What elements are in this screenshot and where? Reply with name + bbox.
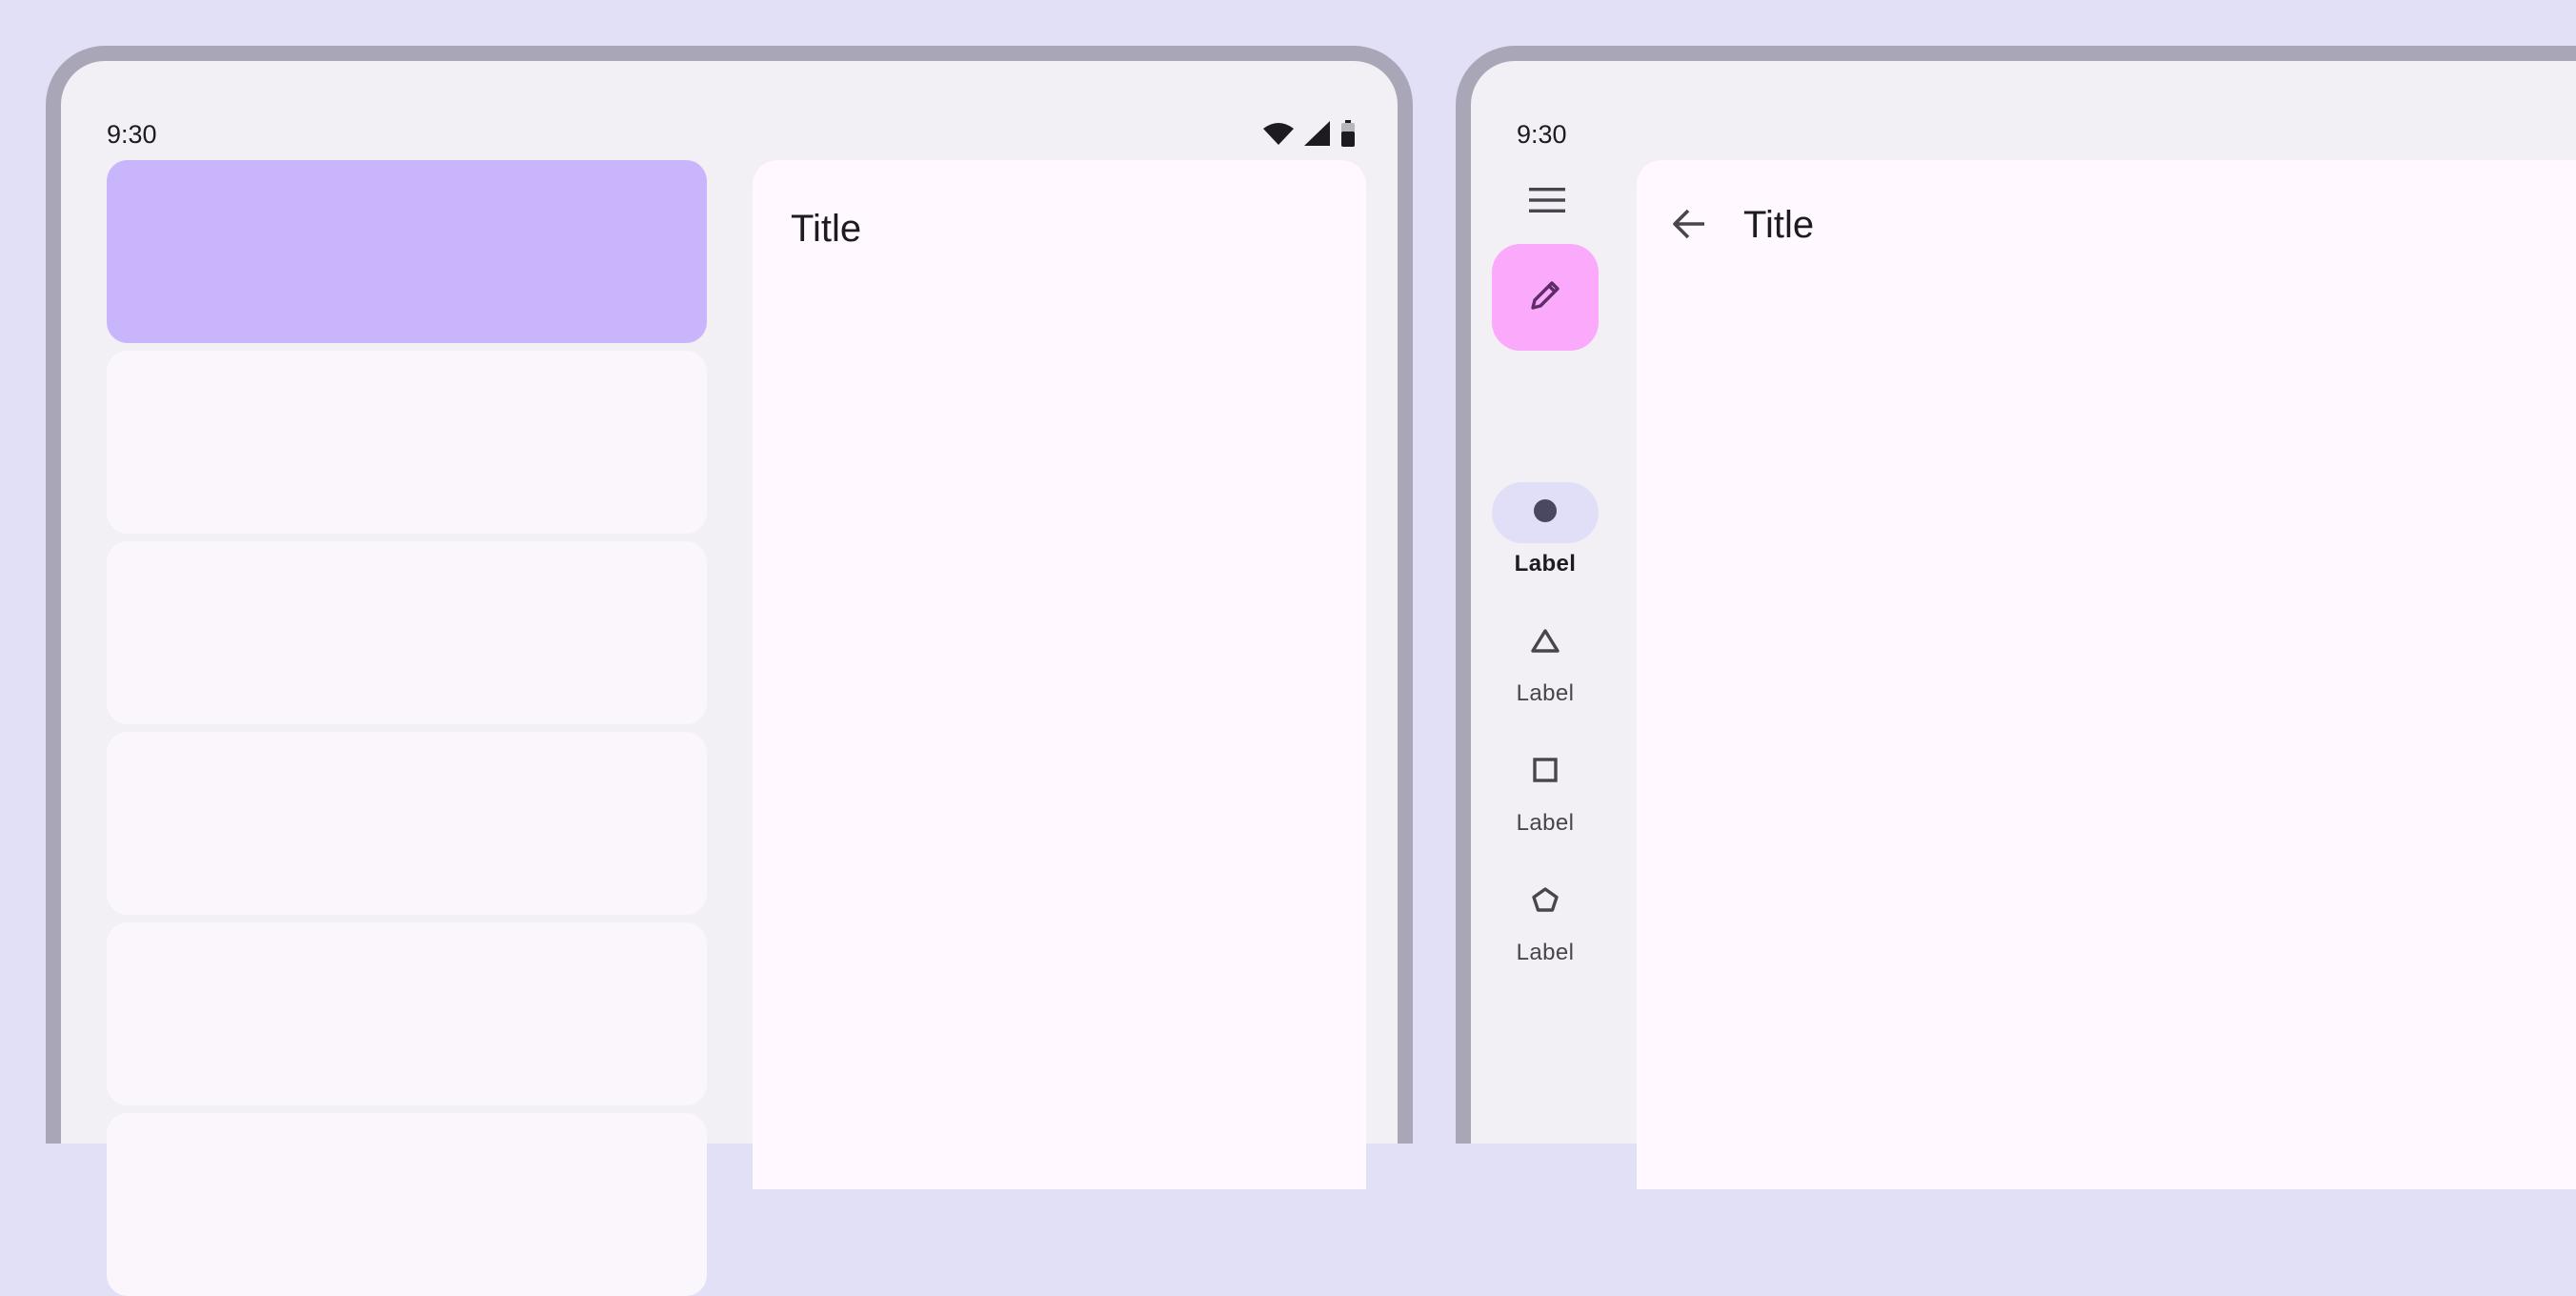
square-icon	[1533, 757, 1558, 787]
battery-icon	[1340, 120, 1356, 152]
menu-button[interactable]	[1524, 179, 1570, 225]
detail-title: Title	[791, 208, 862, 250]
list-item[interactable]	[107, 541, 707, 724]
menu-icon	[1529, 187, 1565, 218]
status-icons	[1262, 120, 1356, 152]
rail-item-1[interactable]: Label	[1492, 482, 1599, 577]
right-device-frame: 9:30 Label Label Label Label Title	[1456, 46, 2576, 1189]
compose-fab[interactable]	[1492, 244, 1599, 351]
rail-item-label: Label	[1516, 680, 1575, 706]
rail-item-2[interactable]: Label	[1492, 612, 1599, 707]
left-device-frame: 9:30 Title	[46, 46, 1413, 1296]
rail-item-label: Label	[1516, 940, 1575, 965]
signal-icon	[1304, 121, 1331, 151]
pentagon-icon	[1532, 886, 1559, 917]
active-indicator	[1492, 482, 1599, 543]
rail-item-label: Label	[1516, 810, 1575, 836]
content-pane: Title	[1637, 160, 2576, 1189]
wifi-icon	[1262, 121, 1295, 151]
list-item[interactable]	[107, 922, 707, 1105]
status-time: 9:30	[1517, 120, 1567, 149]
status-time: 9:30	[107, 120, 157, 149]
back-button[interactable]	[1665, 202, 1713, 250]
circle-icon	[1533, 498, 1558, 528]
list-item[interactable]	[107, 351, 707, 534]
arrow-back-icon	[1672, 208, 1706, 245]
page-title: Title	[1743, 204, 1815, 246]
rail-item-4[interactable]: Label	[1492, 871, 1599, 966]
list-item[interactable]	[107, 732, 707, 915]
list-item-selected[interactable]	[107, 160, 707, 343]
rail-item-3[interactable]: Label	[1492, 741, 1599, 837]
rail-item-label: Label	[1514, 551, 1577, 577]
pencil-icon	[1526, 276, 1564, 319]
detail-pane: Title	[753, 160, 1366, 1189]
list-item[interactable]	[107, 1113, 707, 1296]
triangle-icon	[1531, 628, 1560, 658]
